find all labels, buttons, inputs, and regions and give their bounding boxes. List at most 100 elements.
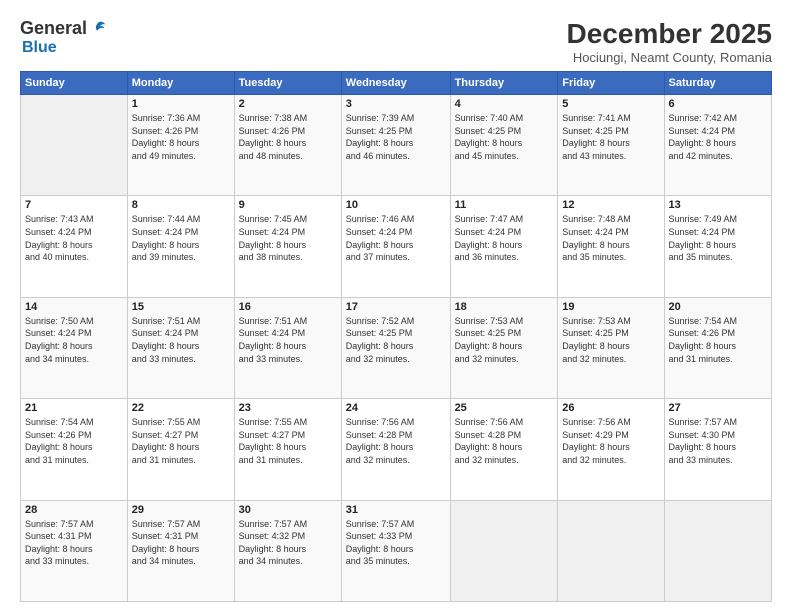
day-info: Sunrise: 7:57 AM Sunset: 4:33 PM Dayligh… bbox=[346, 518, 446, 568]
location: Hociungi, Neamt County, Romania bbox=[567, 50, 772, 65]
day-header-sunday: Sunday bbox=[21, 72, 128, 95]
day-info: Sunrise: 7:36 AM Sunset: 4:26 PM Dayligh… bbox=[132, 112, 230, 162]
day-number: 19 bbox=[562, 301, 659, 313]
day-cell: 30 Sunrise: 7:57 AM Sunset: 4:32 PM Dayli… bbox=[234, 500, 341, 601]
day-info: Sunrise: 7:44 AM Sunset: 4:24 PM Dayligh… bbox=[132, 213, 230, 263]
day-cell: 29Sunrise: 7:57 AM Sunset: 4:31 PM Dayli… bbox=[127, 500, 234, 601]
day-number: 22 bbox=[132, 402, 230, 414]
day-info: Sunrise: 7:46 AM Sunset: 4:24 PM Dayligh… bbox=[346, 213, 446, 263]
day-cell bbox=[21, 95, 128, 196]
day-info: Sunrise: 7:43 AM Sunset: 4:24 PM Dayligh… bbox=[25, 213, 123, 263]
calendar-header-row: SundayMondayTuesdayWednesdayThursdayFrid… bbox=[21, 72, 772, 95]
day-number: 17 bbox=[346, 301, 446, 313]
day-cell bbox=[664, 500, 771, 601]
day-info: Sunrise: 7:41 AM Sunset: 4:25 PM Dayligh… bbox=[562, 112, 659, 162]
day-info: Sunrise: 7:57 AM Sunset: 4:31 PM Dayligh… bbox=[132, 518, 230, 568]
day-cell: 19 Sunrise: 7:53 AM Sunset: 4:25 PM Dayli… bbox=[558, 297, 664, 398]
day-info: Sunrise: 7:54 AM Sunset: 4:26 PM Dayligh… bbox=[669, 315, 767, 365]
day-cell: 21Sunrise: 7:54 AM Sunset: 4:26 PM Dayli… bbox=[21, 399, 128, 500]
day-cell: 3 Sunrise: 7:39 AM Sunset: 4:25 PM Daylig… bbox=[341, 95, 450, 196]
day-info: Sunrise: 7:57 AM Sunset: 4:30 PM Dayligh… bbox=[669, 416, 767, 466]
day-header-monday: Monday bbox=[127, 72, 234, 95]
day-cell: 27 Sunrise: 7:57 AM Sunset: 4:30 PM Dayli… bbox=[664, 399, 771, 500]
day-info: Sunrise: 7:57 AM Sunset: 4:31 PM Dayligh… bbox=[25, 518, 123, 568]
day-number: 31 bbox=[346, 504, 446, 516]
day-cell: 23Sunrise: 7:55 AM Sunset: 4:27 PM Dayli… bbox=[234, 399, 341, 500]
day-cell: 13 Sunrise: 7:49 AM Sunset: 4:24 PM Dayli… bbox=[664, 196, 771, 297]
day-cell: 16 Sunrise: 7:51 AM Sunset: 4:24 PM Dayli… bbox=[234, 297, 341, 398]
day-info: Sunrise: 7:39 AM Sunset: 4:25 PM Dayligh… bbox=[346, 112, 446, 162]
day-number: 20 bbox=[669, 301, 767, 313]
day-number: 5 bbox=[562, 98, 659, 110]
day-info: Sunrise: 7:55 AM Sunset: 4:27 PM Dayligh… bbox=[132, 416, 230, 466]
day-cell: 22 Sunrise: 7:55 AM Sunset: 4:27 PM Dayli… bbox=[127, 399, 234, 500]
day-info: Sunrise: 7:56 AM Sunset: 4:29 PM Dayligh… bbox=[562, 416, 659, 466]
day-info: Sunrise: 7:53 AM Sunset: 4:25 PM Dayligh… bbox=[455, 315, 554, 365]
day-info: Sunrise: 7:56 AM Sunset: 4:28 PM Dayligh… bbox=[346, 416, 446, 466]
day-number: 7 bbox=[25, 199, 123, 211]
week-row-4: 28 Sunrise: 7:57 AM Sunset: 4:31 PM Dayli… bbox=[21, 500, 772, 601]
day-number: 6 bbox=[669, 98, 767, 110]
logo: General Blue bbox=[20, 18, 107, 57]
day-cell: 15 Sunrise: 7:51 AM Sunset: 4:24 PM Dayli… bbox=[127, 297, 234, 398]
logo-bird-icon bbox=[89, 20, 107, 38]
day-number: 18 bbox=[455, 301, 554, 313]
day-cell: 17 Sunrise: 7:52 AM Sunset: 4:25 PM Dayli… bbox=[341, 297, 450, 398]
day-number: 2 bbox=[239, 98, 337, 110]
day-info: Sunrise: 7:40 AM Sunset: 4:25 PM Dayligh… bbox=[455, 112, 554, 162]
day-number: 11 bbox=[455, 199, 554, 211]
day-cell bbox=[450, 500, 558, 601]
logo-blue-text: Blue bbox=[22, 39, 57, 56]
day-info: Sunrise: 7:55 AM Sunset: 4:27 PM Dayligh… bbox=[239, 416, 337, 466]
day-number: 15 bbox=[132, 301, 230, 313]
day-number: 4 bbox=[455, 98, 554, 110]
day-number: 3 bbox=[346, 98, 446, 110]
day-number: 27 bbox=[669, 402, 767, 414]
day-number: 14 bbox=[25, 301, 123, 313]
day-header-tuesday: Tuesday bbox=[234, 72, 341, 95]
day-cell: 31 Sunrise: 7:57 AM Sunset: 4:33 PM Dayli… bbox=[341, 500, 450, 601]
day-header-thursday: Thursday bbox=[450, 72, 558, 95]
month-title: December 2025 bbox=[567, 18, 772, 50]
day-info: Sunrise: 7:49 AM Sunset: 4:24 PM Dayligh… bbox=[669, 213, 767, 263]
day-info: Sunrise: 7:38 AM Sunset: 4:26 PM Dayligh… bbox=[239, 112, 337, 162]
day-cell bbox=[558, 500, 664, 601]
title-block: December 2025 Hociungi, Neamt County, Ro… bbox=[567, 18, 772, 65]
day-header-saturday: Saturday bbox=[664, 72, 771, 95]
day-number: 12 bbox=[562, 199, 659, 211]
day-info: Sunrise: 7:51 AM Sunset: 4:24 PM Dayligh… bbox=[132, 315, 230, 365]
day-info: Sunrise: 7:51 AM Sunset: 4:24 PM Dayligh… bbox=[239, 315, 337, 365]
day-cell: 24Sunrise: 7:56 AM Sunset: 4:28 PM Dayli… bbox=[341, 399, 450, 500]
day-number: 10 bbox=[346, 199, 446, 211]
calendar: SundayMondayTuesdayWednesdayThursdayFrid… bbox=[20, 71, 772, 602]
day-number: 1 bbox=[132, 98, 230, 110]
day-cell: 20 Sunrise: 7:54 AM Sunset: 4:26 PM Dayli… bbox=[664, 297, 771, 398]
day-cell: 18 Sunrise: 7:53 AM Sunset: 4:25 PM Dayli… bbox=[450, 297, 558, 398]
day-number: 28 bbox=[25, 504, 123, 516]
day-cell: 8 Sunrise: 7:44 AM Sunset: 4:24 PM Daylig… bbox=[127, 196, 234, 297]
week-row-0: 1 Sunrise: 7:36 AM Sunset: 4:26 PM Daylig… bbox=[21, 95, 772, 196]
day-info: Sunrise: 7:57 AM Sunset: 4:32 PM Dayligh… bbox=[239, 518, 337, 568]
day-number: 16 bbox=[239, 301, 337, 313]
day-cell: 5 Sunrise: 7:41 AM Sunset: 4:25 PM Daylig… bbox=[558, 95, 664, 196]
week-row-2: 14 Sunrise: 7:50 AM Sunset: 4:24 PM Dayli… bbox=[21, 297, 772, 398]
day-cell: 7 Sunrise: 7:43 AM Sunset: 4:24 PM Daylig… bbox=[21, 196, 128, 297]
day-info: Sunrise: 7:52 AM Sunset: 4:25 PM Dayligh… bbox=[346, 315, 446, 365]
logo-general: General bbox=[20, 18, 87, 39]
day-info: Sunrise: 7:45 AM Sunset: 4:24 PM Dayligh… bbox=[239, 213, 337, 263]
day-cell: 6Sunrise: 7:42 AM Sunset: 4:24 PM Daylig… bbox=[664, 95, 771, 196]
day-number: 8 bbox=[132, 199, 230, 211]
logo-text: General bbox=[20, 18, 107, 39]
day-info: Sunrise: 7:50 AM Sunset: 4:24 PM Dayligh… bbox=[25, 315, 123, 365]
day-info: Sunrise: 7:56 AM Sunset: 4:28 PM Dayligh… bbox=[455, 416, 554, 466]
day-number: 13 bbox=[669, 199, 767, 211]
day-cell: 4 Sunrise: 7:40 AM Sunset: 4:25 PM Daylig… bbox=[450, 95, 558, 196]
day-cell: 12 Sunrise: 7:48 AM Sunset: 4:24 PM Dayli… bbox=[558, 196, 664, 297]
day-cell: 1 Sunrise: 7:36 AM Sunset: 4:26 PM Daylig… bbox=[127, 95, 234, 196]
day-info: Sunrise: 7:53 AM Sunset: 4:25 PM Dayligh… bbox=[562, 315, 659, 365]
day-info: Sunrise: 7:48 AM Sunset: 4:24 PM Dayligh… bbox=[562, 213, 659, 263]
page: General Blue December 2025 Hociungi, Nea… bbox=[0, 0, 792, 612]
day-number: 30 bbox=[239, 504, 337, 516]
day-cell: 2 Sunrise: 7:38 AM Sunset: 4:26 PM Daylig… bbox=[234, 95, 341, 196]
day-number: 25 bbox=[455, 402, 554, 414]
